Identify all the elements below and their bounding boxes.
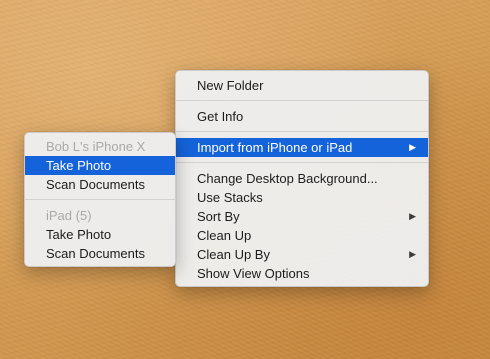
menu-item-label: Sort By xyxy=(197,209,240,224)
device-name: iPad (5) xyxy=(46,208,92,223)
submenu-separator xyxy=(25,199,175,200)
submenu-item-label: Scan Documents xyxy=(46,177,145,192)
menu-item-sort-by[interactable]: Sort By ▶ xyxy=(176,207,428,226)
menu-item-label: Get Info xyxy=(197,109,244,124)
device-header-ipad: iPad (5) xyxy=(25,206,175,225)
submenu-item-take-photo[interactable]: Take Photo xyxy=(25,156,175,175)
menu-item-label: Import from iPhone or iPad xyxy=(197,140,353,155)
submenu-item-take-photo[interactable]: Take Photo xyxy=(25,225,175,244)
menu-item-label: Clean Up xyxy=(197,228,252,243)
submenu-item-label: Take Photo xyxy=(46,158,112,173)
menu-item-show-view-options[interactable]: Show View Options xyxy=(176,264,428,283)
menu-separator xyxy=(176,162,428,163)
menu-item-use-stacks[interactable]: Use Stacks xyxy=(176,188,428,207)
chevron-right-icon: ▶ xyxy=(409,211,416,221)
chevron-right-icon: ▶ xyxy=(409,142,416,152)
submenu-item-label: Scan Documents xyxy=(46,246,145,261)
chevron-right-icon: ▶ xyxy=(409,249,416,259)
submenu-item-scan-documents[interactable]: Scan Documents xyxy=(25,244,175,263)
menu-separator xyxy=(176,131,428,132)
menu-separator xyxy=(176,100,428,101)
submenu-item-scan-documents[interactable]: Scan Documents xyxy=(25,175,175,194)
menu-item-label: Show View Options xyxy=(197,266,310,281)
desktop-context-menu: New Folder Get Info Import from iPhone o… xyxy=(175,70,429,287)
menu-item-change-desktop-background[interactable]: Change Desktop Background... xyxy=(176,169,428,188)
menu-item-clean-up[interactable]: Clean Up xyxy=(176,226,428,245)
menu-item-label: Clean Up By xyxy=(197,247,270,262)
menu-item-label: Change Desktop Background... xyxy=(197,171,378,186)
desktop-background[interactable]: New Folder Get Info Import from iPhone o… xyxy=(0,0,490,359)
menu-item-import-from-iphone-or-ipad[interactable]: Import from iPhone or iPad ▶ xyxy=(176,138,428,157)
menu-item-clean-up-by[interactable]: Clean Up By ▶ xyxy=(176,245,428,264)
import-submenu: Bob L's iPhone X Take Photo Scan Documen… xyxy=(24,132,176,267)
device-header-iphone: Bob L's iPhone X xyxy=(25,137,175,156)
menu-item-label: New Folder xyxy=(197,78,264,93)
menu-item-new-folder[interactable]: New Folder xyxy=(176,76,428,95)
menu-item-get-info[interactable]: Get Info xyxy=(176,107,428,126)
device-name: Bob L's iPhone X xyxy=(46,139,146,154)
menu-item-label: Use Stacks xyxy=(197,190,263,205)
submenu-item-label: Take Photo xyxy=(46,227,112,242)
